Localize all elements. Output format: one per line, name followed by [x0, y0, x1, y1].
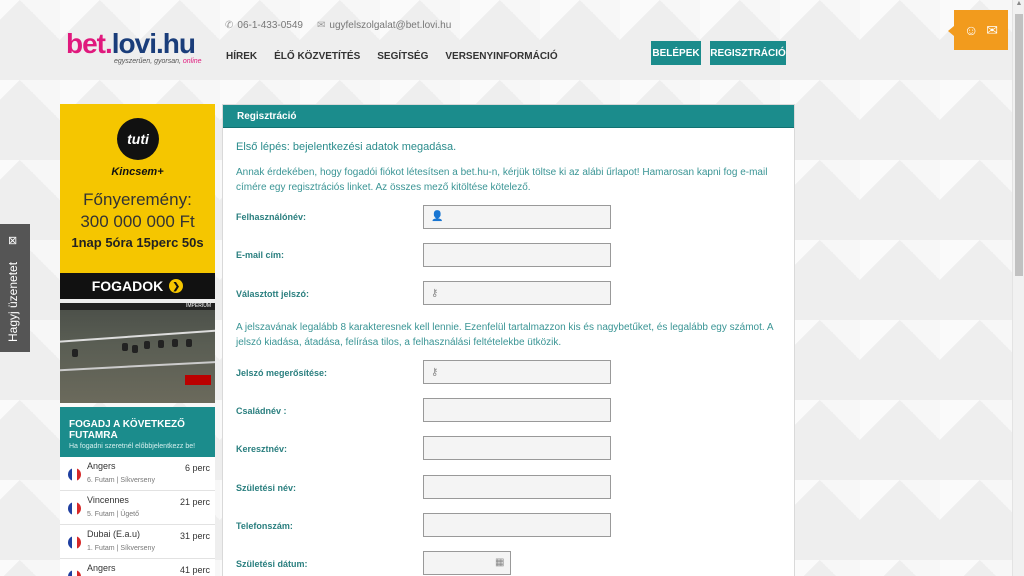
password-confirm-field[interactable]	[423, 360, 611, 384]
logo-part1: bet.	[66, 28, 113, 59]
password-label: Választott jelszó:	[236, 289, 310, 299]
france-flag-icon	[68, 570, 81, 576]
kincsem-logo: Kincsem+	[111, 166, 164, 178]
lastname-label: Családnév :	[236, 406, 287, 416]
phone-contact[interactable]: ✆ 06-1-433-0549	[225, 20, 303, 31]
france-flag-icon	[68, 502, 81, 515]
panel-title: Regisztráció	[223, 105, 794, 128]
track-rail	[60, 360, 215, 372]
username-label: Felhasználónév:	[236, 212, 307, 222]
prize-countdown: 1nap 5óra 15perc 50s	[71, 235, 204, 250]
nav-hirek[interactable]: HÍREK	[226, 51, 257, 62]
envelope-icon: ✉	[317, 20, 326, 31]
feedback-label: Hagyj üzenetet	[6, 261, 20, 342]
password-field[interactable]	[423, 281, 611, 305]
video-top-bar: IMPERIUM	[60, 303, 215, 310]
horse	[158, 340, 164, 348]
register-button[interactable]: REGISZTRÁCIÓ	[710, 41, 786, 65]
scrollbar-thumb[interactable]	[1015, 14, 1023, 276]
live-race-video[interactable]: IMPERIUM	[60, 303, 215, 403]
birthname-field[interactable]	[423, 475, 611, 499]
login-button[interactable]: BELÉPEK	[651, 41, 701, 65]
main-nav: HÍREK ÉLŐ KÖZVETÍTÉS SEGÍTSÉG VERSENYINF…	[226, 51, 558, 62]
page-scrollbar[interactable]: ▲	[1012, 0, 1024, 576]
calendar-icon[interactable]: ▦	[495, 557, 504, 568]
sidebar: tuti Kincsem+ Főnyeremény: 300 000 000 F…	[60, 104, 215, 576]
france-flag-icon	[68, 468, 81, 481]
intro-text: Annak érdekében, hogy fogadói fiókot lét…	[236, 167, 768, 193]
horse	[72, 349, 78, 357]
prize-label: Főnyeremény:	[83, 190, 192, 209]
tuti-promo-banner[interactable]: tuti Kincsem+ Főnyeremény: 300 000 000 F…	[60, 104, 215, 299]
race-item[interactable]: Angers 41 perc	[60, 559, 215, 576]
prize-amount: 300 000 000 Ft	[80, 212, 195, 231]
chevron-right-icon: ❯	[169, 279, 184, 293]
race-item[interactable]: Angers 6. Futam | Síkverseny 6 perc	[60, 457, 215, 491]
phone-field[interactable]	[423, 513, 611, 537]
email-field[interactable]	[423, 243, 611, 267]
key-icon: ⚷	[431, 288, 439, 299]
birthdate-label: Születési dátum:	[236, 559, 308, 569]
email-label: E-mail cím:	[236, 250, 285, 260]
lastname-field[interactable]	[423, 398, 611, 422]
race-item[interactable]: Dubai (E.a.u) 1. Futam | Síkverseny 31 p…	[60, 525, 215, 559]
phone-label: Telefonszám:	[236, 521, 293, 531]
birthname-label: Születési név:	[236, 483, 297, 493]
nav-elo-kozvetites[interactable]: ÉLŐ KÖZVETÍTÉS	[274, 51, 360, 62]
firstname-field[interactable]	[423, 436, 611, 460]
next-race-subtitle: Ha fogadni szeretnél előbbjelentkezz be!	[69, 443, 196, 450]
logo-slogan: egyszerűen, gyorsan, online	[114, 58, 202, 65]
username-field[interactable]	[423, 205, 611, 229]
site-header: bet.lovi.hu egyszerűen, gyorsan, online …	[0, 0, 1012, 100]
password-rules-note: A jelszavának legalább 8 karakteresnek k…	[236, 322, 773, 348]
logo-part2: lovi.hu	[111, 28, 196, 59]
next-race-title: FOGADJ A KÖVETKEZŐ FUTAMRA	[69, 419, 185, 441]
email-contact[interactable]: ✉ ugyfelszolgalat@bet.lovi.hu	[317, 20, 451, 31]
race-list: Angers 6. Futam | Síkverseny 6 perc Vinc…	[60, 457, 215, 576]
user-icon: 👤	[431, 211, 444, 222]
quick-contact-box[interactable]: ☺ ✉	[948, 10, 1008, 50]
bet-now-button[interactable]: FOGADOK ❯	[60, 273, 215, 299]
video-score-badge	[185, 375, 211, 385]
firstname-label: Keresztnév:	[236, 444, 288, 454]
nav-versenyinformacio[interactable]: VERSENYINFORMÁCIÓ	[445, 51, 557, 62]
next-race-header: FOGADJ A KÖVETKEZŐ FUTAMRA Ha fogadni sz…	[60, 407, 215, 457]
registration-panel: Regisztráció Első lépés: bejelentkezési …	[222, 104, 795, 576]
nav-segitseg[interactable]: SEGÍTSÉG	[377, 51, 428, 62]
feedback-tab[interactable]: ⊠ Hagyj üzenetet	[0, 224, 30, 352]
horse	[132, 345, 138, 353]
password-confirm-label: Jelszó megerősítése:	[236, 368, 328, 378]
horse	[186, 339, 192, 347]
france-flag-icon	[68, 536, 81, 549]
horse	[172, 339, 178, 347]
horse	[144, 341, 150, 349]
phone-icon: ✆	[225, 20, 234, 31]
key-icon: ⚷	[431, 367, 439, 378]
race-item[interactable]: Vincennes 5. Futam | Ügető 21 perc	[60, 491, 215, 525]
step-heading: Első lépés: bejelentkezési adatok megadá…	[236, 141, 457, 153]
tuti-logo: tuti	[117, 118, 159, 160]
scroll-up-arrow-icon[interactable]: ▲	[1013, 0, 1024, 12]
horse	[122, 343, 128, 351]
mail-icon[interactable]: ✉	[986, 22, 998, 39]
contact-info: ✆ 06-1-433-0549 ✉ ugyfelszolgalat@bet.lovi…	[225, 20, 451, 31]
chat-icon[interactable]: ☺	[964, 22, 978, 38]
site-logo[interactable]: bet.lovi.hu egyszerűen, gyorsan, online	[66, 30, 216, 70]
